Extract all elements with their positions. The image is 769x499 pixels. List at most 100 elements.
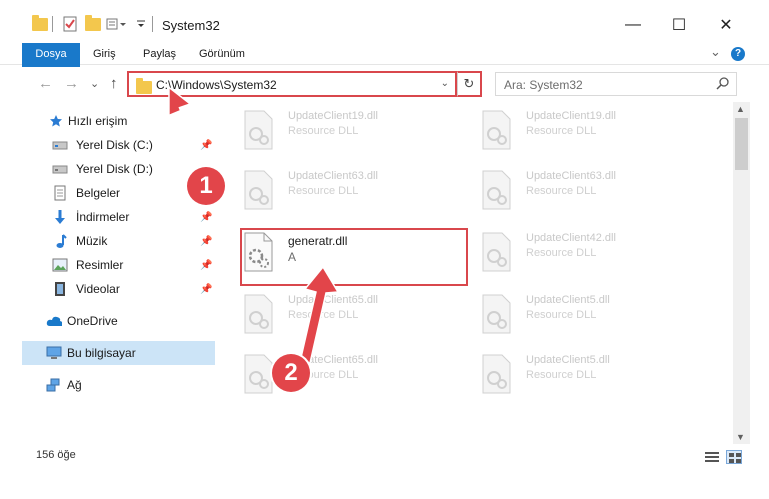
large-icons-view-icon[interactable] [726, 450, 742, 464]
dll-file-icon [482, 232, 511, 272]
pin-icon: 📌 [200, 284, 213, 295]
item-count: 156 öğe [36, 449, 76, 461]
file-item[interactable]: UpdateClient63.dll Resource DLL [468, 164, 698, 218]
videos-icon [52, 281, 68, 297]
chevron-down-icon: ⌄ [710, 44, 721, 59]
nav-label: Hızlı erişim [68, 114, 128, 128]
file-item[interactable]: UpdateClient5.dll Resource DLL [468, 288, 698, 342]
status-bar: 156 öğe [0, 446, 769, 468]
file-type: Resource DLL [526, 125, 597, 137]
window-title: System32 [162, 18, 220, 33]
vertical-scrollbar[interactable]: ▲ ▼ [733, 102, 750, 444]
nav-network[interactable]: Ağ [22, 373, 215, 397]
up-button[interactable]: ↑ [110, 75, 118, 92]
dll-file-icon [244, 110, 273, 150]
maximize-icon: ☐ [671, 17, 687, 34]
dll-file-icon [244, 170, 273, 210]
dll-file-icon [482, 170, 511, 210]
sep2 [152, 14, 153, 34]
file-name: UpdateClient63.dll [526, 170, 616, 182]
tab-share[interactable]: Paylaş [143, 43, 176, 65]
nav-label: Müzik [76, 234, 108, 248]
file-name: UpdateClient5.dll [526, 294, 610, 306]
nav-item-music[interactable]: Müzik 📌 [22, 229, 215, 253]
dll-file-icon [482, 354, 511, 394]
qat-dropdown[interactable] [136, 14, 146, 34]
file-name: UpdateClient5.dll [526, 354, 610, 366]
dll-file-icon [244, 294, 273, 334]
search-placeholder: Ara: System32 [504, 78, 583, 92]
sep [52, 14, 53, 34]
file-item[interactable]: UpdateClient19.dll Resource DLL [230, 104, 460, 158]
callout-arrow-2 [299, 265, 340, 364]
file-name: UpdateClient19.dll [288, 110, 378, 122]
downloads-icon [52, 209, 68, 225]
quick-access-toolbar [32, 14, 48, 34]
search-input[interactable]: Ara: System32 [495, 72, 737, 96]
maximize-button[interactable]: ☐ [664, 12, 694, 38]
nav-label: Resimler [76, 258, 124, 272]
file-item[interactable]: UpdateClient63.dll Resource DLL [230, 164, 460, 218]
music-icon [52, 233, 68, 249]
search-icon [716, 77, 729, 90]
address-row: ← → ⌄ ↑ C:\Windows\System32 ⌄ ↻ Ara: Sys… [0, 67, 769, 101]
nav-onedrive[interactable]: OneDrive [22, 309, 215, 333]
computer-icon [46, 345, 62, 361]
folder-icon [32, 14, 48, 31]
forward-arrow-icon: → [64, 75, 79, 92]
refresh-button[interactable]: ↻ [457, 71, 482, 97]
scroll-down-arrow-icon[interactable]: ▼ [736, 432, 745, 442]
file-item[interactable]: UpdateClient42.dll Resource DLL [468, 226, 698, 280]
nav-label: OneDrive [67, 314, 118, 328]
ribbon-tabs: Dosya Giriş Paylaş Görünüm ⌄ ? [0, 43, 769, 97]
new-folder-button[interactable] [85, 14, 101, 34]
nav-label: Videolar [76, 282, 120, 296]
back-button[interactable]: ← [38, 75, 53, 92]
forward-button[interactable]: → [64, 75, 79, 92]
nav-item-videos[interactable]: Videolar 📌 [22, 277, 215, 301]
file-item[interactable]: UpdateClient5.dll Resource DLL [468, 348, 698, 402]
callout-badge-2: 2 [272, 354, 310, 392]
close-button[interactable]: ✕ [711, 12, 741, 38]
dll-file-icon [244, 354, 273, 394]
pin-icon: 📌 [200, 260, 213, 271]
pin-icon: 📌 [200, 212, 213, 223]
title-bar: System32 — ☐ ✕ [0, 0, 769, 46]
nav-label: Yerel Disk (D:) [76, 162, 153, 176]
back-arrow-icon: ← [38, 75, 53, 92]
expand-ribbon-button[interactable]: ⌄ [710, 44, 721, 60]
nav-label: Bu bilgisayar [67, 346, 136, 360]
tab-home[interactable]: Giriş [93, 43, 116, 65]
scrollbar-thumb[interactable] [735, 118, 748, 170]
dll-file-icon [482, 294, 511, 334]
file-type: Resource DLL [288, 125, 359, 137]
properties-icon [63, 16, 77, 32]
details-view-icon[interactable] [704, 450, 720, 464]
file-type: Resource DLL [526, 309, 597, 321]
refresh-icon: ↻ [463, 76, 475, 91]
nav-item-downloads[interactable]: İndirmeler 📌 [22, 205, 215, 229]
nav-label: Ağ [67, 378, 82, 392]
star-icon [48, 113, 64, 129]
nav-this-pc[interactable]: Bu bilgisayar [22, 341, 215, 365]
close-icon: ✕ [719, 17, 733, 34]
file-item[interactable]: UpdateClient19.dll Resource DLL [468, 104, 698, 158]
help-icon: ? [731, 47, 745, 61]
recent-locations-button[interactable]: ⌄ [90, 77, 99, 90]
customize-button[interactable] [106, 14, 128, 34]
customize-qat-icon [106, 18, 126, 30]
file-type: Resource DLL [526, 369, 597, 381]
help-button[interactable]: ? [731, 47, 745, 61]
tab-view[interactable]: Görünüm [199, 43, 245, 65]
dll-file-icon [482, 110, 511, 150]
file-name: UpdateClient19.dll [526, 110, 616, 122]
nav-label: Yerel Disk (C:) [76, 138, 153, 152]
pin-icon: 📌 [200, 236, 213, 247]
scroll-up-arrow-icon[interactable]: ▲ [736, 104, 745, 114]
file-type: Resource DLL [526, 247, 597, 259]
minimize-button[interactable]: — [618, 12, 648, 38]
nav-item-pictures[interactable]: Resimler 📌 [22, 253, 215, 277]
drive-icon [52, 161, 68, 177]
address-dropdown-icon[interactable]: ⌄ [441, 78, 449, 89]
properties-button[interactable] [62, 14, 78, 34]
